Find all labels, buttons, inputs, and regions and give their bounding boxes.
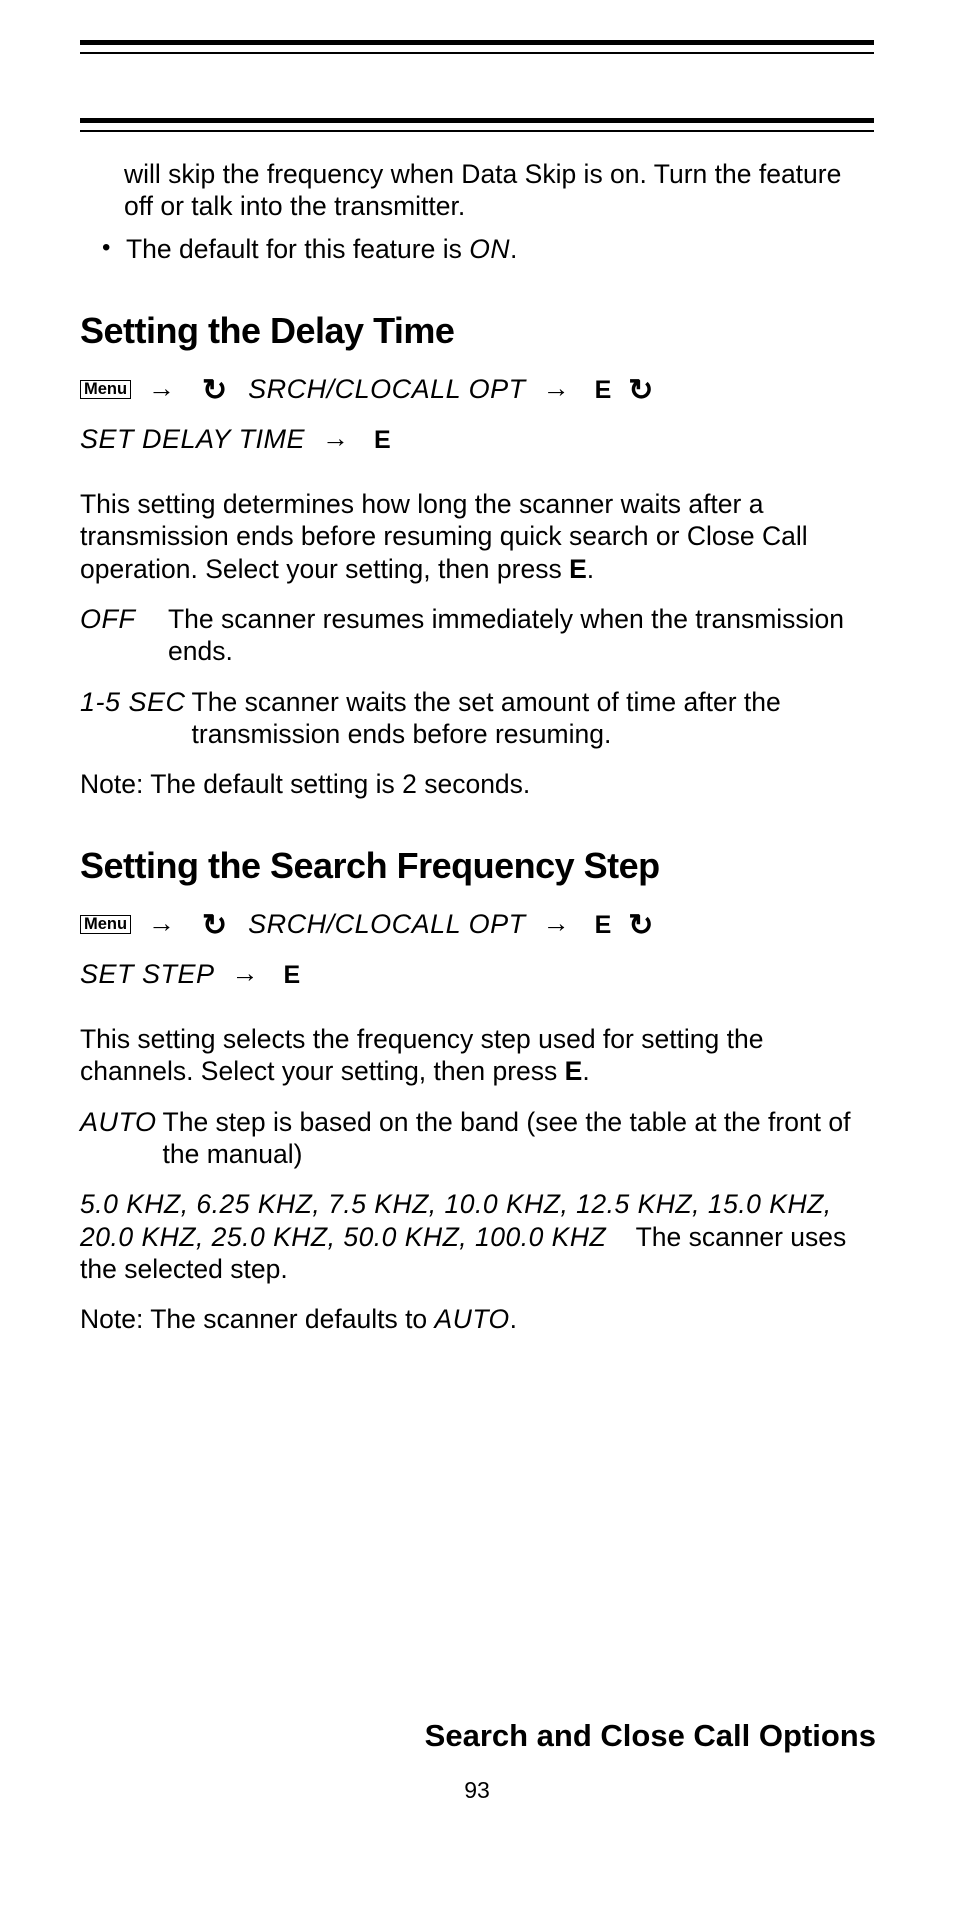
def-row-sec: 1-5 SEC The scanner waits the set amount… [80, 686, 874, 751]
nav-sequence-step: Menu → ↻ SRCH/CLOCALL OPT → E ↻ SET STEP… [80, 901, 874, 999]
page: will skip the frequency when Data Skip i… [0, 0, 954, 1908]
heading-freq-step: Setting the Search Frequency Step [80, 845, 874, 887]
term-1-5-sec: 1-5 SEC [80, 686, 186, 751]
key-e: E [591, 376, 616, 404]
nav-opt-delay: SRCH/CLOCALL OPT [248, 374, 526, 404]
nav-opt-step: SRCH/CLOCALL OPT [248, 909, 526, 939]
step-note-pre: Note: The scanner defaults to [80, 1304, 435, 1334]
delay-intro-paragraph: This setting determines how long the sca… [80, 488, 874, 585]
def-row-auto: AUTO The step is based on the band (see … [80, 1106, 874, 1171]
arrow-icon: → [533, 901, 584, 947]
term-auto: AUTO [80, 1106, 157, 1171]
step-intro-post: . [582, 1056, 589, 1086]
step-values-paragraph: 5.0 KHZ, 6.25 KHZ, 7.5 KHZ, 10.0 KHZ, 12… [80, 1188, 874, 1285]
default-on-bullet: The default for this feature is ON. [108, 233, 874, 266]
rotate-icon: ↻ [622, 900, 667, 951]
key-e: E [591, 911, 616, 939]
top-rule-2 [80, 118, 874, 132]
rotate-icon: ↻ [196, 365, 241, 416]
heading-delay-time: Setting the Delay Time [80, 310, 874, 352]
menu-button-icon: Menu [80, 915, 131, 934]
page-number: 93 [0, 1777, 954, 1804]
key-e-inline: E [569, 554, 587, 584]
arrow-icon: → [138, 901, 189, 947]
arrow-icon: → [221, 951, 272, 997]
bullet-lcd-on: ON [469, 234, 510, 264]
nav-setting-step: SET STEP [80, 959, 215, 989]
menu-button-icon: Menu [80, 380, 131, 399]
continuation-text: will skip the frequency when Data Skip i… [124, 158, 874, 223]
rotate-icon: ↻ [622, 365, 667, 416]
bullet-text-pre: The default for this feature is [126, 234, 469, 264]
step-note-post: . [510, 1304, 517, 1334]
key-e: E [279, 961, 304, 989]
step-note-lcd: AUTO [435, 1304, 510, 1334]
top-rule-1 [80, 40, 874, 54]
key-e-inline: E [565, 1056, 583, 1086]
step-intro-paragraph: This setting selects the frequency step … [80, 1023, 874, 1088]
def-row-off: OFF The scanner resumes immediately when… [80, 603, 874, 668]
key-e: E [370, 426, 395, 454]
delay-note: Note: The default setting is 2 seconds. [80, 768, 874, 800]
bullet-text-post: . [510, 234, 517, 264]
footer-section-title: Search and Close Call Options [425, 1718, 876, 1754]
arrow-icon: → [533, 366, 584, 412]
arrow-icon: → [138, 366, 189, 412]
delay-intro-post: . [587, 554, 594, 584]
nav-sequence-delay: Menu → ↻ SRCH/CLOCALL OPT → E ↻ SET DELA… [80, 366, 874, 464]
delay-intro-pre: This setting determines how long the sca… [80, 489, 808, 584]
rotate-icon: ↻ [196, 900, 241, 951]
desc-auto: The step is based on the band (see the t… [163, 1106, 874, 1171]
term-off: OFF [80, 603, 162, 668]
nav-setting-delay: SET DELAY TIME [80, 424, 305, 454]
arrow-icon: → [312, 416, 363, 462]
desc-1-5-sec: The scanner waits the set amount of time… [192, 686, 874, 751]
desc-off: The scanner resumes immediately when the… [168, 603, 874, 668]
step-note: Note: The scanner defaults to AUTO. [80, 1303, 874, 1335]
step-intro-pre: This setting selects the frequency step … [80, 1024, 764, 1086]
